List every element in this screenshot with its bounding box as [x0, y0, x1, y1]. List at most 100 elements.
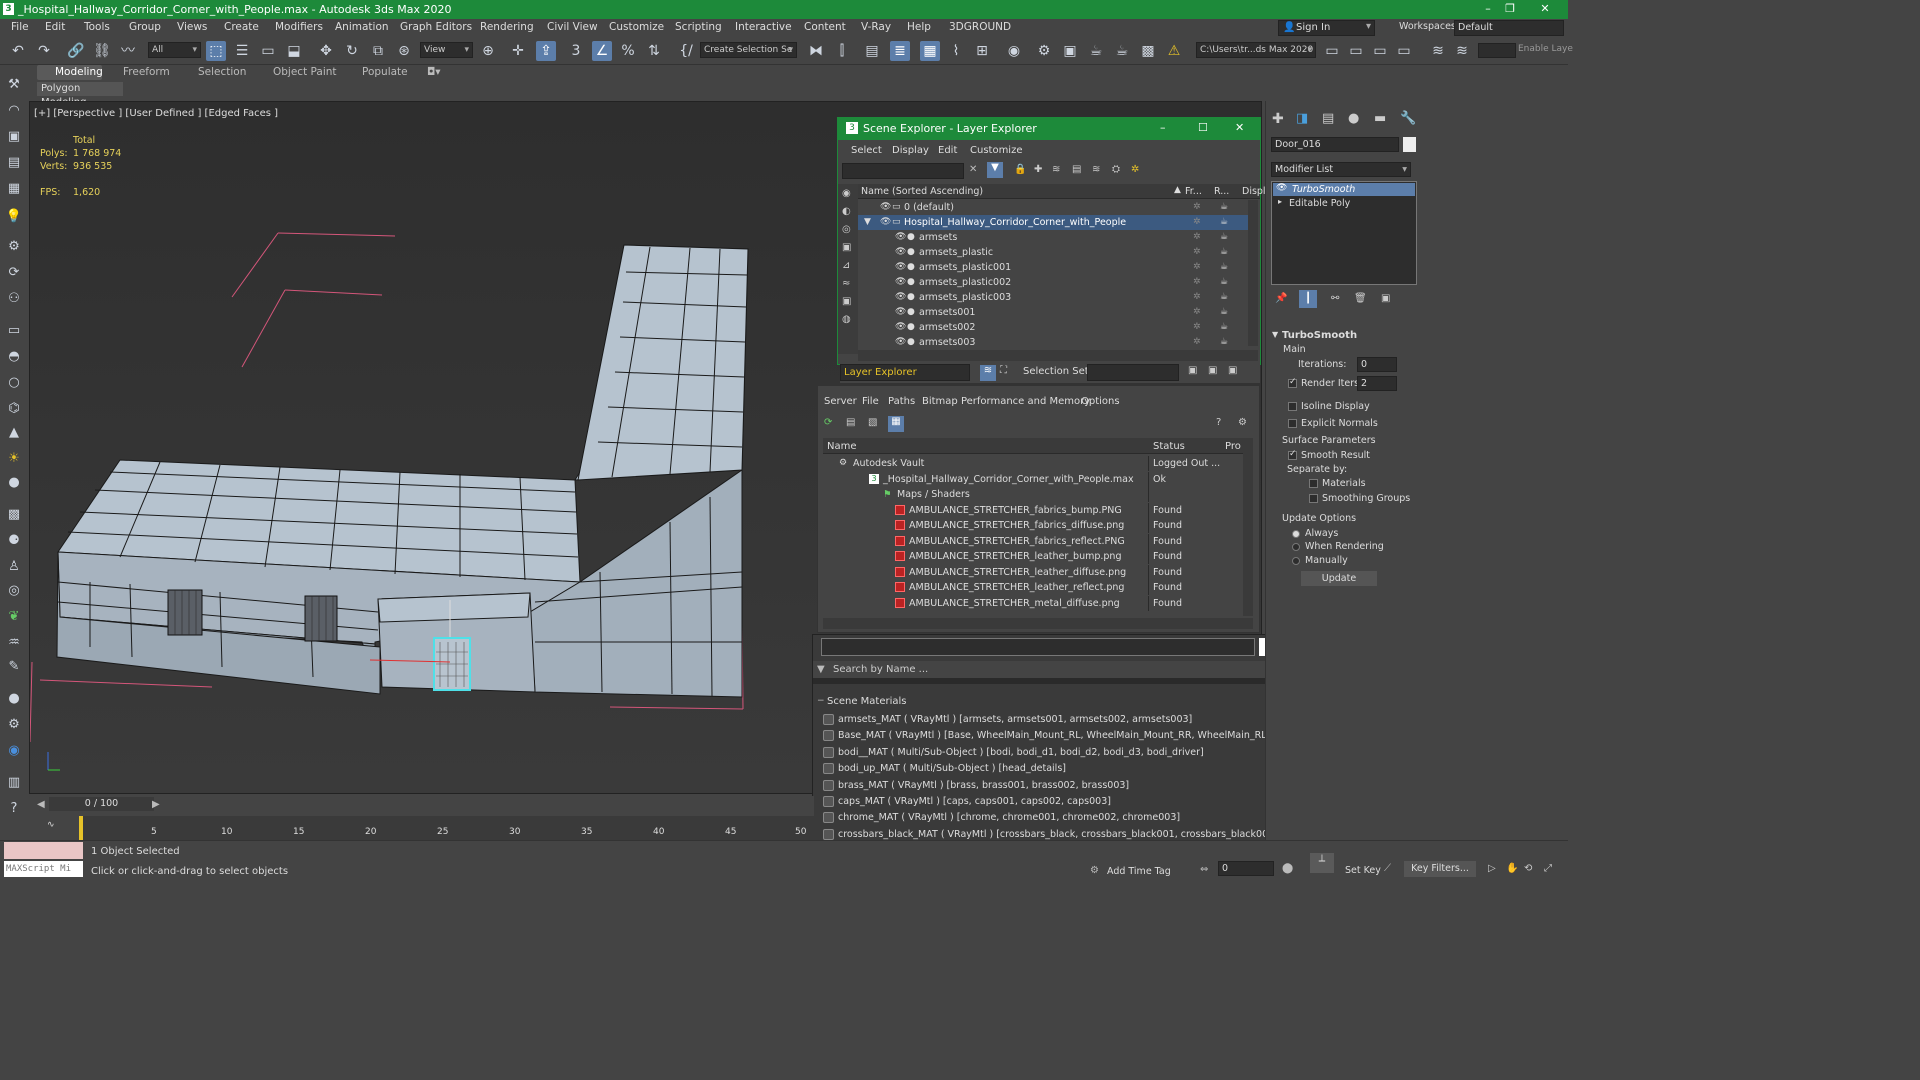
- list-view-icon[interactable]: ▤: [846, 417, 855, 428]
- menu-select[interactable]: Select: [851, 145, 882, 156]
- set-key-button[interactable]: Set Key: [1345, 865, 1381, 876]
- col-render[interactable]: R...: [1214, 186, 1229, 197]
- eye-icon[interactable]: 👁: [895, 245, 906, 257]
- space-warps-icon[interactable]: ⟳: [4, 263, 24, 283]
- display-tab-icon[interactable]: ▬: [1374, 111, 1386, 126]
- isoline-row[interactable]: Isoline Display: [1288, 401, 1370, 412]
- create-tab-icon[interactable]: ✚: [1272, 111, 1284, 127]
- sign-in-dropdown[interactable]: 👤 Sign In ▾: [1278, 20, 1375, 36]
- freeze-icon[interactable]: ✲: [1193, 260, 1203, 272]
- display-objects-icon[interactable]: ◉: [842, 188, 851, 199]
- track-bar[interactable]: 5 10 15 20 25 30 35 40 45 50: [79, 816, 814, 840]
- col-pro[interactable]: Pro: [1225, 441, 1241, 452]
- help-icon[interactable]: ?: [4, 799, 24, 819]
- list-icon[interactable]: ▤: [4, 153, 24, 173]
- eye-icon[interactable]: 👁: [880, 200, 891, 212]
- align-icon[interactable]: ⫿: [832, 41, 852, 61]
- menu-tools[interactable]: Tools: [84, 21, 110, 33]
- when-rendering-row[interactable]: When Rendering: [1292, 541, 1384, 552]
- lock-icon[interactable]: 🔒: [1014, 164, 1026, 175]
- time-slider[interactable]: 0 / 100: [49, 797, 154, 811]
- light-icon[interactable]: 💡: [4, 207, 24, 227]
- isoline-checkbox[interactable]: [1288, 402, 1297, 411]
- modify-tab-icon[interactable]: ◨: [1296, 111, 1308, 126]
- display-lights-icon[interactable]: ◎: [842, 224, 851, 235]
- reference-coordinate-dropdown[interactable]: View: [420, 42, 473, 58]
- undo-icon[interactable]: ↶: [8, 41, 28, 61]
- save-set-icon[interactable]: ▣: [1188, 365, 1197, 376]
- asset-row[interactable]: AMBULANCE_STRETCHER_fabrics_reflect.PNG F…: [823, 533, 1241, 549]
- menu-display[interactable]: Display: [892, 145, 929, 156]
- systems-icon[interactable]: ⚇: [4, 289, 24, 309]
- display-bones-icon[interactable]: ◍: [842, 314, 851, 325]
- render-icon[interactable]: ☕: [1220, 230, 1230, 242]
- asset-row[interactable]: AMBULANCE_STRETCHER_metal_diffuse.png Fou…: [823, 595, 1241, 611]
- layer-mode-icon[interactable]: ≋: [980, 365, 996, 381]
- freeze-icon[interactable]: ✲: [1193, 305, 1203, 317]
- edit-set-icon[interactable]: ▣: [1208, 365, 1217, 376]
- next-frame-icon[interactable]: ▶: [152, 799, 160, 810]
- menu-create[interactable]: Create: [224, 21, 259, 33]
- unlink-icon[interactable]: ⛓: [92, 41, 112, 61]
- freeze-icon[interactable]: ✲: [1193, 245, 1203, 257]
- select-by-name-icon[interactable]: ☰: [232, 41, 252, 61]
- polygon-modeling-panel[interactable]: Polygon Modeling: [37, 82, 123, 108]
- paint-icon[interactable]: ✎: [4, 657, 24, 677]
- stack-icon[interactable]: ≋: [1452, 41, 1472, 61]
- explicit-normals-row[interactable]: Explicit Normals: [1288, 418, 1378, 429]
- freeze-icon[interactable]: ✲: [1193, 335, 1203, 347]
- maximize-viewport-icon[interactable]: ⤢: [1544, 863, 1552, 874]
- modifier-list-dropdown[interactable]: Modifier List: [1271, 162, 1411, 177]
- maps-folder-row[interactable]: ⚑ Maps / Shaders: [823, 487, 1241, 502]
- utilities-tab-icon[interactable]: 🔧: [1400, 111, 1416, 126]
- layer-row-selected[interactable]: ▼ 👁 ▭ Hospital_Hallway_Corridor_Corner_with…: [858, 215, 1248, 230]
- layer-tool-3-icon[interactable]: ▭: [1394, 41, 1414, 61]
- maxscript-input[interactable]: MAXScript Mi: [4, 861, 83, 877]
- shapes-icon[interactable]: ◠: [4, 101, 24, 121]
- cylinder-icon[interactable]: ⌬: [4, 399, 24, 419]
- bind-space-warp-icon[interactable]: 〰: [118, 41, 138, 61]
- eye-icon[interactable]: 👁: [895, 305, 906, 317]
- key-mode-icon[interactable]: ⇔: [1200, 864, 1208, 875]
- object-row[interactable]: 👁 ● armsets_plastic003 ✲ ☕: [858, 290, 1248, 305]
- auto-key-icon[interactable]: ⟂: [1310, 853, 1334, 873]
- key-filters-button[interactable]: Key Filters...: [1404, 861, 1476, 877]
- window-crossing-icon[interactable]: ⬓: [284, 41, 304, 61]
- turbosmooth-rollout-header[interactable]: ▼ TurboSmooth: [1271, 329, 1401, 343]
- smoothing-groups-row[interactable]: Smoothing Groups: [1309, 493, 1410, 504]
- display-shapes-icon[interactable]: ◐: [842, 206, 851, 217]
- expand-icon[interactable]: ▼: [864, 215, 874, 227]
- iterations-spinner[interactable]: 0: [1357, 357, 1397, 372]
- placement-icon[interactable]: ⊛: [394, 41, 414, 61]
- box-icon[interactable]: ▭: [4, 321, 24, 341]
- explicit-normals-checkbox[interactable]: [1288, 419, 1297, 428]
- tab-object-paint[interactable]: Object Paint: [273, 66, 337, 78]
- spinner-snap-icon[interactable]: ⇅: [644, 41, 664, 61]
- curve-editor-icon[interactable]: ⌇: [946, 41, 966, 61]
- project-path-dropdown[interactable]: C:\Users\tr...ds Max 2020: [1196, 42, 1316, 58]
- object-row[interactable]: 👁 ● armsets002 ✲ ☕: [858, 320, 1248, 335]
- always-radio[interactable]: [1292, 529, 1300, 538]
- vault-row[interactable]: ⚙ Autodesk Vault Logged Out ...: [823, 456, 1241, 471]
- always-row[interactable]: Always: [1292, 528, 1338, 539]
- layers-icon[interactable]: ≋: [1428, 41, 1448, 61]
- link-icon[interactable]: 🔗: [66, 41, 86, 61]
- render-sphere-icon[interactable]: ●: [4, 689, 24, 709]
- render-iters-spinner[interactable]: 2: [1357, 376, 1397, 391]
- zoom-icon[interactable]: ▷: [1488, 863, 1496, 874]
- object-row[interactable]: 👁 ● armsets ✲ ☕: [858, 230, 1248, 245]
- selection-filter-dropdown[interactable]: All: [148, 42, 201, 58]
- ribbon-options-icon[interactable]: ◘▾: [427, 66, 441, 78]
- asset-row[interactable]: AMBULANCE_STRETCHER_leather_reflect.png F…: [823, 580, 1241, 595]
- default-tangent-icon[interactable]: ⬤: [1282, 863, 1293, 874]
- rendered-frame-window-icon[interactable]: ▣: [1060, 41, 1080, 61]
- expand-icon[interactable]: ▼: [817, 664, 825, 675]
- menu-content[interactable]: Content: [804, 21, 846, 33]
- object-row[interactable]: 👁 ● armsets_plastic002 ✲ ☕: [858, 275, 1248, 290]
- render-icon[interactable]: ☕: [1220, 245, 1230, 257]
- menu-file[interactable]: File: [862, 396, 879, 407]
- layer-row[interactable]: 👁 ▭ 0 (default) ✲ ☕: [858, 200, 1248, 215]
- select-object-icon[interactable]: ⬚: [206, 41, 226, 61]
- eye-icon[interactable]: 👁: [895, 275, 906, 287]
- menu-3dground[interactable]: 3DGROUND: [949, 21, 1011, 33]
